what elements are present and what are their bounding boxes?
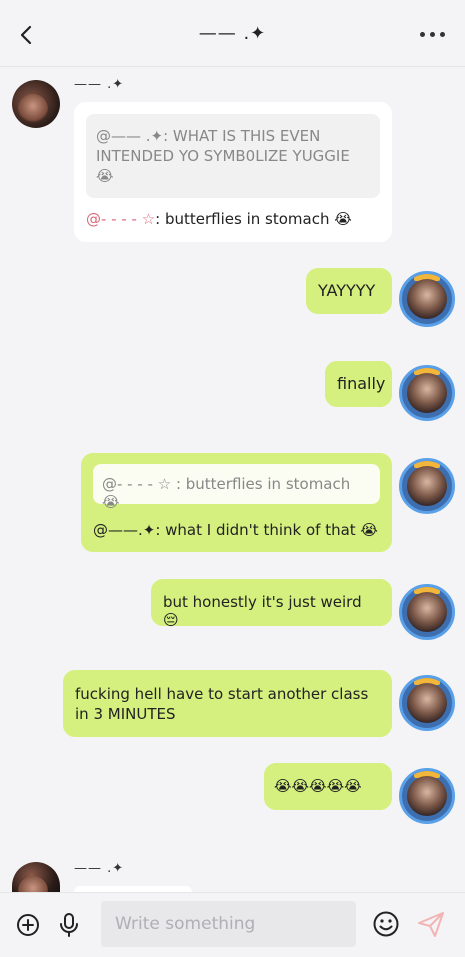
emoji-icon[interactable] <box>372 910 400 938</box>
sender-name: —— .✦ <box>74 77 125 92</box>
message-text: @- - - - ☆: butterflies in stomach 😭 <box>86 210 352 228</box>
more-horizontal-icon[interactable] <box>420 32 445 37</box>
sent-message-bubble[interactable]: finally <box>325 361 392 407</box>
quoted-message: @- - - - ☆ : butterflies in stomach 😭 <box>93 464 380 511</box>
user-avatar[interactable] <box>399 458 455 514</box>
mention[interactable]: @- - - - ☆ <box>86 210 155 228</box>
received-message-bubble[interactable]: @—— .✦: WHAT IS THIS EVEN INTENDED YO SY… <box>74 102 392 242</box>
message-composer <box>0 892 465 957</box>
user-avatar[interactable] <box>399 365 455 421</box>
sent-message-bubble[interactable]: 😭😭😭😭😭 <box>264 763 392 810</box>
sent-message-bubble[interactable]: YAYYYY <box>306 268 392 314</box>
user-avatar[interactable] <box>399 584 455 640</box>
user-avatar[interactable] <box>399 675 455 731</box>
message-input[interactable] <box>101 901 356 947</box>
sender-avatar[interactable] <box>12 80 60 128</box>
sent-message-bubble[interactable]: fucking hell have to start another class… <box>63 670 392 737</box>
sent-message-bubble[interactable]: @- - - - ☆ : butterflies in stomach 😭 @—… <box>81 453 392 552</box>
chevron-left-icon[interactable] <box>16 24 38 46</box>
sent-message-bubble[interactable]: but honestly it's just weird 😔 <box>151 579 392 629</box>
user-avatar[interactable] <box>399 271 455 327</box>
user-avatar[interactable] <box>399 768 455 824</box>
send-icon[interactable] <box>416 909 446 939</box>
chat-title: —— .✦ <box>198 22 267 44</box>
plus-circle-icon[interactable] <box>16 913 40 937</box>
microphone-icon[interactable] <box>57 912 81 938</box>
sender-avatar[interactable] <box>12 862 60 892</box>
sender-name: —— .✦ <box>74 861 125 876</box>
quoted-message: @—— .✦: WHAT IS THIS EVEN INTENDED YO SY… <box>86 114 380 198</box>
message-text: @——.✦: what I didn't think of that 😭 <box>93 521 378 539</box>
chat-header: —— .✦ <box>0 0 465 67</box>
